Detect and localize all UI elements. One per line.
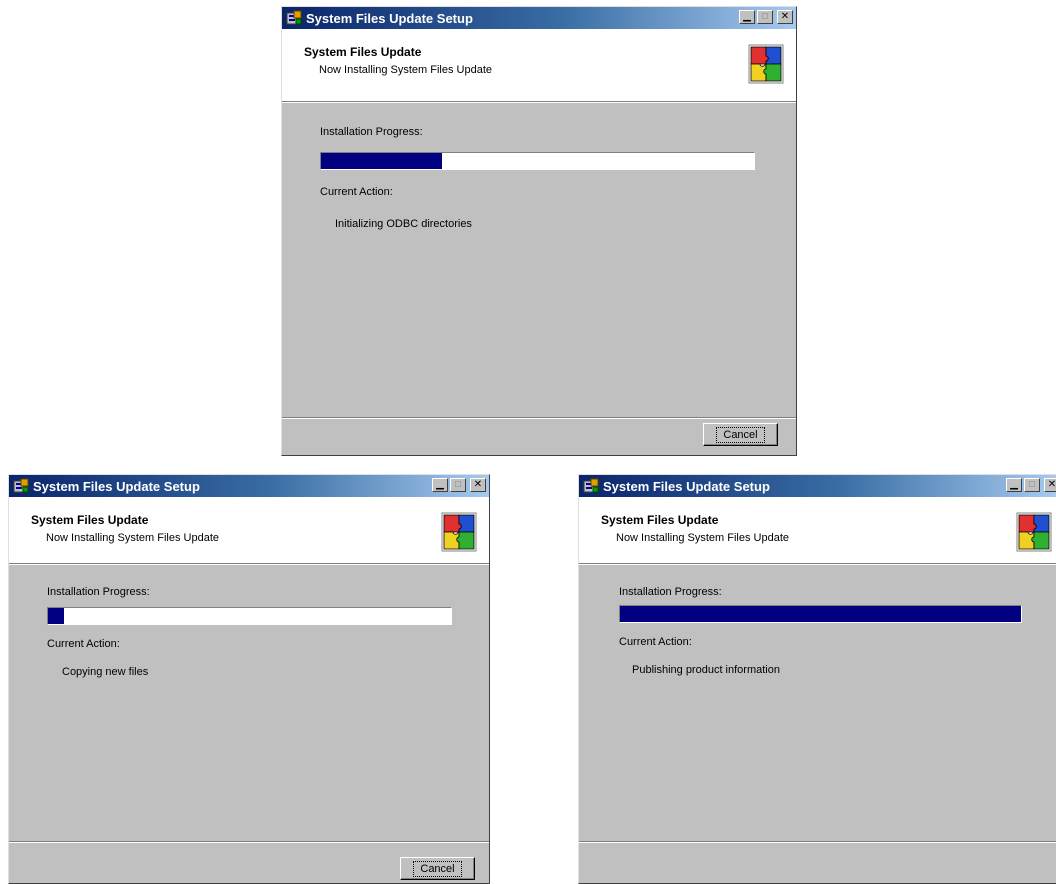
header-title: System Files Update [304,45,422,59]
header-subtitle: Now Installing System Files Update [46,532,220,544]
title-bar[interactable]: System Files Update Setup ▁ □ ✕ [282,7,796,29]
current-action-text: Publishing product information [632,664,780,676]
progress-fill [48,608,65,624]
progress-bar [320,152,755,170]
header-panel: System Files Update Now Installing Syste… [9,497,489,565]
current-action-label: Current Action: [320,186,393,198]
close-icon[interactable]: ✕ [1044,478,1056,492]
header-panel: System Files Update Now Installing Syste… [579,497,1056,565]
current-action-text: Copying new files [62,666,149,678]
cancel-button[interactable]: Cancel [400,857,475,880]
puzzle-icon [1016,512,1052,552]
maximize-icon: □ [1024,478,1040,492]
setup-app-icon [13,478,29,494]
puzzle-icon [441,512,477,552]
current-action-label: Current Action: [619,636,692,648]
bottom-divider [579,841,1056,843]
title-bar[interactable]: System Files Update Setup ▁ □ ✕ [579,475,1056,497]
setup-app-icon [583,478,599,494]
progress-fill [620,606,1021,622]
header-panel: System Files Update Now Installing Syste… [282,29,796,103]
header-subtitle: Now Installing System Files Update [616,532,790,544]
progress-label: Installation Progress: [320,126,423,138]
setup-window-1: System Files Update Setup ▁ □ ✕ System F… [281,6,797,456]
maximize-icon: □ [450,478,466,492]
window-title: System Files Update Setup [603,478,770,494]
progress-label: Installation Progress: [619,586,722,598]
close-icon[interactable]: ✕ [470,478,486,492]
header-title: System Files Update [601,513,719,527]
progress-fill [321,153,443,169]
puzzle-icon [748,44,784,84]
setup-app-icon [286,10,302,26]
minimize-icon[interactable]: ▁ [432,478,448,492]
header-title: System Files Update [31,513,149,527]
progress-bar [47,607,452,625]
header-subtitle: Now Installing System Files Update [319,64,493,76]
minimize-icon[interactable]: ▁ [1006,478,1022,492]
window-title: System Files Update Setup [306,10,473,26]
progress-label: Installation Progress: [47,586,150,598]
current-action-label: Current Action: [47,638,120,650]
close-icon[interactable]: ✕ [777,10,793,24]
setup-window-3: System Files Update Setup ▁ □ ✕ System F… [578,474,1056,884]
minimize-icon[interactable]: ▁ [739,10,755,24]
progress-bar [619,605,1022,623]
maximize-icon: □ [757,10,773,24]
bottom-divider [9,841,489,843]
cancel-button[interactable]: Cancel [703,423,778,446]
bottom-divider [282,417,796,419]
window-title: System Files Update Setup [33,478,200,494]
current-action-text: Initializing ODBC directories [335,218,472,230]
title-bar[interactable]: System Files Update Setup ▁ □ ✕ [9,475,489,497]
setup-window-2: System Files Update Setup ▁ □ ✕ System F… [8,474,490,884]
